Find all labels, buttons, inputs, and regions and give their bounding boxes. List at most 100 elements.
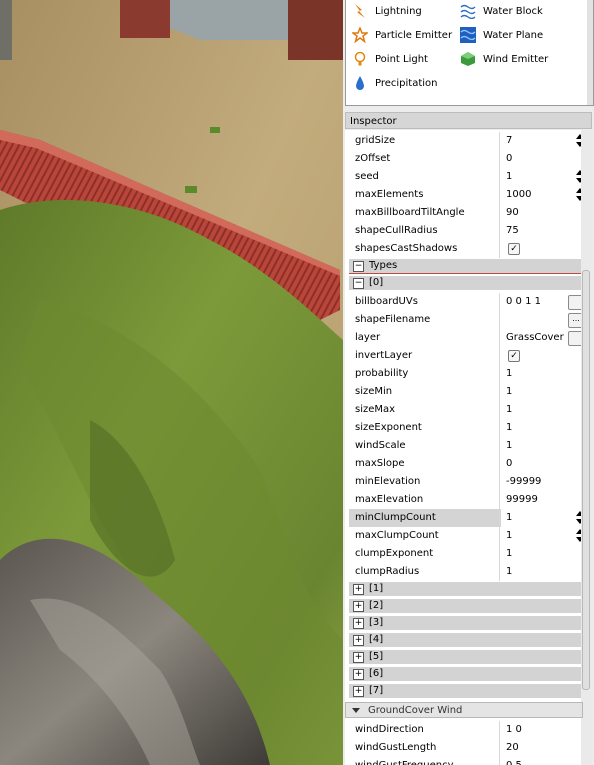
property-row-clumpExponent: clumpExponent 1 xyxy=(345,545,581,563)
property-value-sizeExponent[interactable]: 1 xyxy=(499,419,581,437)
picker-button[interactable] xyxy=(568,295,581,310)
property-value-text: 1 xyxy=(506,530,513,541)
property-value-shapesCastShadows[interactable]: ✓ xyxy=(499,240,581,258)
property-row-invertLayer: invertLayer ✓ xyxy=(345,347,581,365)
property-row-windGustFrequency: windGustFrequency 0.5 xyxy=(345,757,581,765)
group-type-collapsed[interactable]: + [4] xyxy=(349,633,581,647)
property-row-maxSlope: maxSlope 0 xyxy=(345,455,581,473)
create-item-water-plane[interactable]: Water Plane xyxy=(460,26,543,44)
create-item-lightning[interactable]: Lightning xyxy=(352,2,422,20)
expand-icon[interactable]: + xyxy=(353,584,364,595)
property-value-minClumpCount[interactable]: 1 xyxy=(499,509,581,527)
property-value-text: 7 xyxy=(506,135,513,146)
expand-icon[interactable]: + xyxy=(353,635,364,646)
picker-button[interactable] xyxy=(568,331,581,346)
group-type-collapsed[interactable]: + [6] xyxy=(349,667,581,681)
group-type-collapsed[interactable]: + [2] xyxy=(349,599,581,613)
create-item-point-light[interactable]: Point Light xyxy=(352,50,428,68)
spinner-arrows-icon[interactable] xyxy=(574,510,581,526)
property-value-sizeMin[interactable]: 1 xyxy=(499,383,581,401)
checkbox[interactable]: ✓ xyxy=(508,243,520,255)
scene-viewport[interactable] xyxy=(0,0,343,765)
property-value-minElevation[interactable]: -99999 xyxy=(499,473,581,491)
property-label: seed xyxy=(355,171,379,182)
property-value-invertLayer[interactable]: ✓ xyxy=(499,347,581,365)
create-item-precipitation[interactable]: Precipitation xyxy=(352,74,438,92)
spinner-arrows-icon[interactable] xyxy=(574,169,581,185)
expand-icon[interactable]: + xyxy=(353,686,364,697)
property-value-shapeCullRadius[interactable]: 75 xyxy=(499,222,581,240)
collapse-icon[interactable]: − xyxy=(353,278,364,289)
property-value-windGustLength[interactable]: 20 xyxy=(499,739,581,757)
property-label: windDirection xyxy=(355,724,424,735)
property-value-maxBillboardTiltAngle[interactable]: 90 xyxy=(499,204,581,222)
property-value-seed[interactable]: 1 xyxy=(499,168,581,186)
property-value-probability[interactable]: 1 xyxy=(499,365,581,383)
spinner-arrows-icon[interactable] xyxy=(574,133,581,149)
property-value-billboardUVs[interactable]: 0 0 1 1 xyxy=(499,293,581,311)
inspector-scrollbar-thumb[interactable] xyxy=(582,270,590,690)
create-item-label: Wind Emitter xyxy=(483,53,549,65)
spinner-arrows-icon[interactable] xyxy=(574,528,581,544)
property-label: gridSize xyxy=(355,135,396,146)
palette-scrollbar[interactable] xyxy=(587,0,593,105)
group-label: [1] xyxy=(369,583,384,594)
property-label: sizeExponent xyxy=(355,422,422,433)
property-value-windDirection[interactable]: 1 0 xyxy=(499,721,581,739)
group-types[interactable]: − Types xyxy=(349,259,581,274)
property-value-windScale[interactable]: 1 xyxy=(499,437,581,455)
property-value-text: 1 xyxy=(506,566,513,577)
chevron-down-icon xyxy=(352,708,360,713)
group-label: GroundCover Wind xyxy=(368,705,463,716)
property-label: maxClumpCount xyxy=(355,530,439,541)
property-value-shapeFilename[interactable]: ... xyxy=(499,311,581,329)
expand-icon[interactable]: + xyxy=(353,652,364,663)
property-row-gridSize: gridSize 7 xyxy=(345,132,581,150)
property-value-text: 1 xyxy=(506,171,513,182)
property-value-text: 1000 xyxy=(506,189,532,200)
create-item-wind-emitter[interactable]: Wind Emitter xyxy=(460,50,548,68)
property-value-clumpExponent[interactable]: 1 xyxy=(499,545,581,563)
property-value-maxSlope[interactable]: 0 xyxy=(499,455,581,473)
group-type-collapsed[interactable]: + [5] xyxy=(349,650,581,664)
group-label: [7] xyxy=(369,685,384,696)
create-item-water-block[interactable]: Water Block xyxy=(460,2,543,20)
property-value-maxClumpCount[interactable]: 1 xyxy=(499,527,581,545)
property-value-windGustFrequency[interactable]: 0.5 xyxy=(499,757,581,765)
group-type-0[interactable]: − [0] xyxy=(349,276,581,290)
group-type-collapsed[interactable]: + [1] xyxy=(349,582,581,596)
property-label: minElevation xyxy=(355,476,421,487)
group-type-collapsed[interactable]: + [3] xyxy=(349,616,581,630)
property-label: clumpExponent xyxy=(355,548,434,559)
expand-icon[interactable]: + xyxy=(353,669,364,680)
property-value-maxElements[interactable]: 1000 xyxy=(499,186,581,204)
property-value-text: 0 xyxy=(506,153,513,164)
create-item-particle-emitter[interactable]: Particle Emitter xyxy=(350,25,452,44)
browse-button[interactable]: ... xyxy=(568,313,581,328)
property-row-sizeMax: sizeMax 1 xyxy=(345,401,581,419)
property-value-layer[interactable]: GrassCover xyxy=(499,329,581,347)
property-row-minElevation: minElevation -99999 xyxy=(345,473,581,491)
property-value-gridSize[interactable]: 7 xyxy=(499,132,581,150)
particle-emitter-icon xyxy=(350,25,370,44)
property-value-maxElevation[interactable]: 99999 xyxy=(499,491,581,509)
collapse-icon[interactable]: − xyxy=(353,261,364,272)
property-value-clumpRadius[interactable]: 1 xyxy=(499,563,581,581)
group-type-collapsed[interactable]: + [7] xyxy=(349,684,581,698)
expand-icon[interactable]: + xyxy=(353,601,364,612)
property-value-text: 0.5 xyxy=(506,760,522,765)
inspector-scrollbar[interactable] xyxy=(581,130,592,765)
property-value-sizeMax[interactable]: 1 xyxy=(499,401,581,419)
expand-icon[interactable]: + xyxy=(353,618,364,629)
property-label: maxElements xyxy=(355,189,424,200)
spinner-arrows-icon[interactable] xyxy=(574,187,581,203)
group-groundcover-wind[interactable]: GroundCover Wind xyxy=(345,702,583,718)
property-row-maxBillboardTiltAngle: maxBillboardTiltAngle 90 xyxy=(345,204,581,222)
property-label: maxElevation xyxy=(355,494,424,505)
checkbox[interactable]: ✓ xyxy=(508,350,520,362)
property-value-zOffset[interactable]: 0 xyxy=(499,150,581,168)
property-label: minClumpCount xyxy=(349,509,501,527)
group-label: [4] xyxy=(369,634,384,645)
property-row-probability: probability 1 xyxy=(345,365,581,383)
property-value-text: 99999 xyxy=(506,494,538,505)
